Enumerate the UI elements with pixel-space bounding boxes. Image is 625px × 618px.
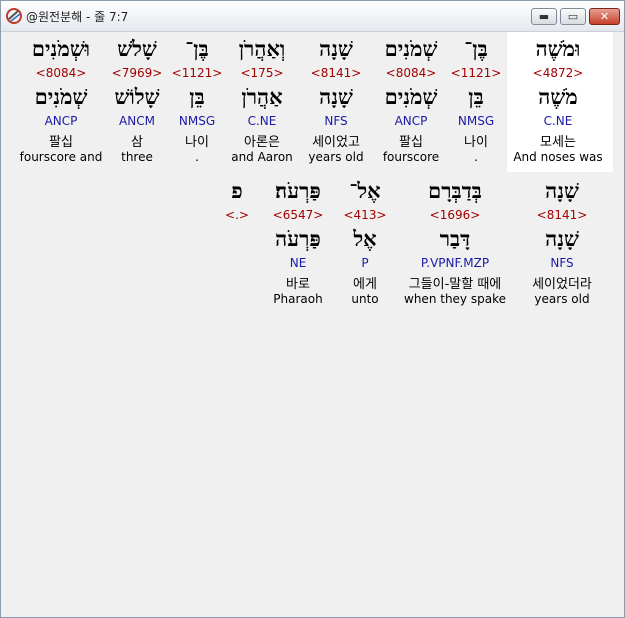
maximize-button[interactable]: ▭ xyxy=(560,8,586,25)
hebrew-word: בְּדַבְּרָם xyxy=(428,178,482,203)
english-gloss: Pharaoh xyxy=(273,292,323,306)
english-gloss: when they spake xyxy=(404,292,506,306)
english-gloss: . xyxy=(195,150,199,164)
interlinear-panel[interactable]: וּמֹשֶׁה <4872> מֹשֶׁה C.NE 모세는 And noses was… xyxy=(5,32,620,612)
english-gloss: years old xyxy=(534,292,590,306)
app-window: @원전분해 - 줄 7:7 ▬ ▭ ✕ וּמֹשֶׁה <4872> מֹשֶׁה… xyxy=(0,0,625,618)
hebrew-lemma: בֵּן xyxy=(189,84,205,109)
hebrew-lemma: שְׁמֹנִים xyxy=(34,84,88,109)
korean-gloss: 팔십 xyxy=(399,135,423,150)
english-gloss: and Aaron xyxy=(231,150,293,164)
korean-gloss: 바로 xyxy=(286,277,310,292)
maximize-icon: ▭ xyxy=(567,10,579,23)
strong-number: <8084> xyxy=(35,66,87,80)
korean-gloss: 에게 xyxy=(353,277,377,292)
morphology-code: ANCM xyxy=(119,114,155,128)
hebrew-lemma: מֹשֶׁה xyxy=(538,84,578,109)
strong-number: <7969> xyxy=(111,66,163,80)
english-gloss: . xyxy=(474,150,478,164)
hebrew-word: בֶּן־ xyxy=(185,36,209,61)
strong-number: <1121> xyxy=(450,66,502,80)
korean-gloss: 팔십 xyxy=(49,135,73,150)
title-bar[interactable]: @원전분해 - 줄 7:7 ▬ ▭ ✕ xyxy=(1,1,624,32)
hebrew-lemma: אַהֲרֹן xyxy=(241,84,283,109)
morphology-code: P xyxy=(361,256,369,270)
english-gloss: three xyxy=(121,150,153,164)
korean-gloss: 삼 xyxy=(131,135,143,150)
morphology-code: P.VPNF.MZP xyxy=(420,256,490,270)
english-gloss: fourscore and xyxy=(19,150,103,164)
strong-number: <4872> xyxy=(532,66,584,80)
hebrew-word: וְאַהֲרֹן xyxy=(238,36,286,61)
english-gloss: unto xyxy=(351,292,379,306)
morphology-code: C.NE xyxy=(543,114,573,128)
hebrew-lemma: בֵּן xyxy=(468,84,484,109)
korean-gloss: 나이 xyxy=(464,135,488,150)
korean-gloss: 그들이-말할 때에 xyxy=(408,277,502,292)
hebrew-lemma: דָּבַר xyxy=(439,226,471,251)
morphology-code: NE xyxy=(289,256,307,270)
hebrew-word: שָׁנָה xyxy=(319,36,353,61)
hebrew-word: וּמֹשֶׁה xyxy=(535,36,581,61)
morphology-code: ANCP xyxy=(394,114,428,128)
hebrew-word: פ xyxy=(231,178,243,203)
minimize-button[interactable]: ▬ xyxy=(531,8,557,25)
hebrew-word: שָׁלֹשׁ xyxy=(117,36,157,61)
morphology-code: ANCP xyxy=(44,114,78,128)
morphology-code: C.NE xyxy=(247,114,277,128)
hebrew-lemma: שָׁלוֹשׁ xyxy=(114,84,160,109)
strong-number: <8084> xyxy=(385,66,437,80)
strong-number: <8141> xyxy=(536,208,588,222)
english-gloss: And noses was xyxy=(513,150,603,164)
strong-number: <1696> xyxy=(429,208,481,222)
morphology-code: NMSG xyxy=(457,114,495,128)
hebrew-word: שְׁמֹנִים xyxy=(384,36,438,61)
english-gloss: fourscore xyxy=(382,150,440,164)
minimize-icon: ▬ xyxy=(538,10,550,23)
korean-gloss: 모세는 xyxy=(540,135,576,150)
strong-number: <8141> xyxy=(310,66,362,80)
hebrew-word: וּשְׁמֹנִים xyxy=(31,36,91,61)
strong-number: <175> xyxy=(240,66,284,80)
morphology-code: NMSG xyxy=(178,114,216,128)
app-logo-icon xyxy=(6,8,22,24)
morphology-code: NFS xyxy=(324,114,348,128)
english-gloss: years old xyxy=(308,150,364,164)
hebrew-word: אֶל־ xyxy=(349,178,381,203)
hebrew-word: בֶּן־ xyxy=(464,36,488,61)
hebrew-word: שָׁנָה xyxy=(545,178,579,203)
window-title: @원전분해 - 줄 7:7 xyxy=(26,10,129,24)
close-icon: ✕ xyxy=(599,10,610,23)
close-button[interactable]: ✕ xyxy=(589,8,620,25)
hebrew-lemma: שָׁנָה xyxy=(545,226,579,251)
window-controls: ▬ ▭ ✕ xyxy=(531,8,620,25)
hebrew-lemma: שְׁמֹנִים xyxy=(384,84,438,109)
morphology-code: NFS xyxy=(550,256,574,270)
hebrew-lemma: אֶל xyxy=(353,226,377,251)
korean-gloss: 세이었더라 xyxy=(532,277,592,292)
strong-number: <1121> xyxy=(171,66,223,80)
strong-number: <6547> xyxy=(272,208,324,222)
hebrew-lemma: פַּרְעֹה xyxy=(275,226,321,251)
korean-gloss: 아론은 xyxy=(244,135,280,150)
korean-gloss: 나이 xyxy=(185,135,209,150)
hebrew-lemma: שָׁנָה xyxy=(319,84,353,109)
strong-number: <.> xyxy=(225,208,249,222)
strong-number: <413> xyxy=(343,208,387,222)
hebrew-word: פַּרְעֹה׃ xyxy=(275,178,321,203)
korean-gloss: 세이었고 xyxy=(312,135,360,150)
